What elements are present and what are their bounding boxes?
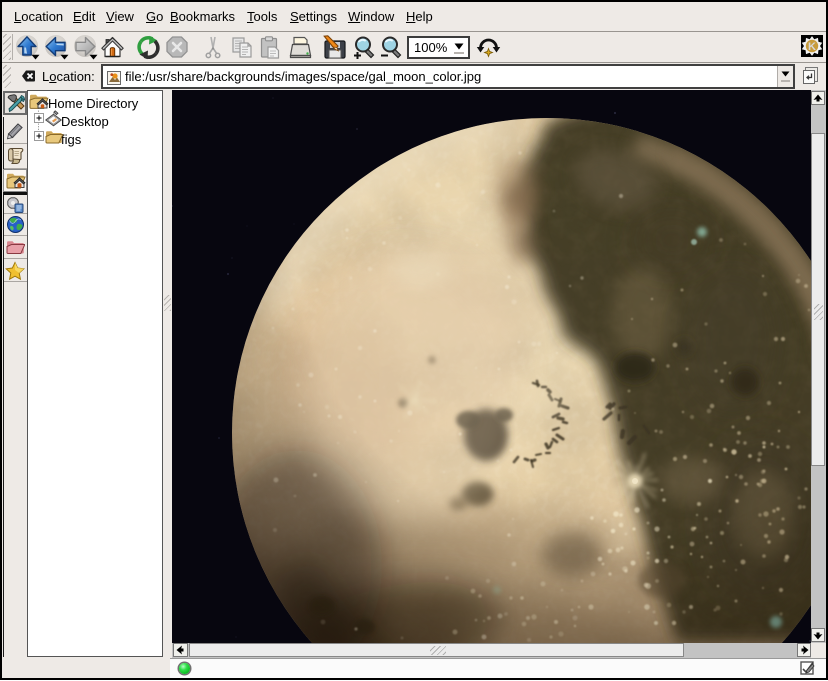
svg-text:K: K: [808, 41, 816, 53]
